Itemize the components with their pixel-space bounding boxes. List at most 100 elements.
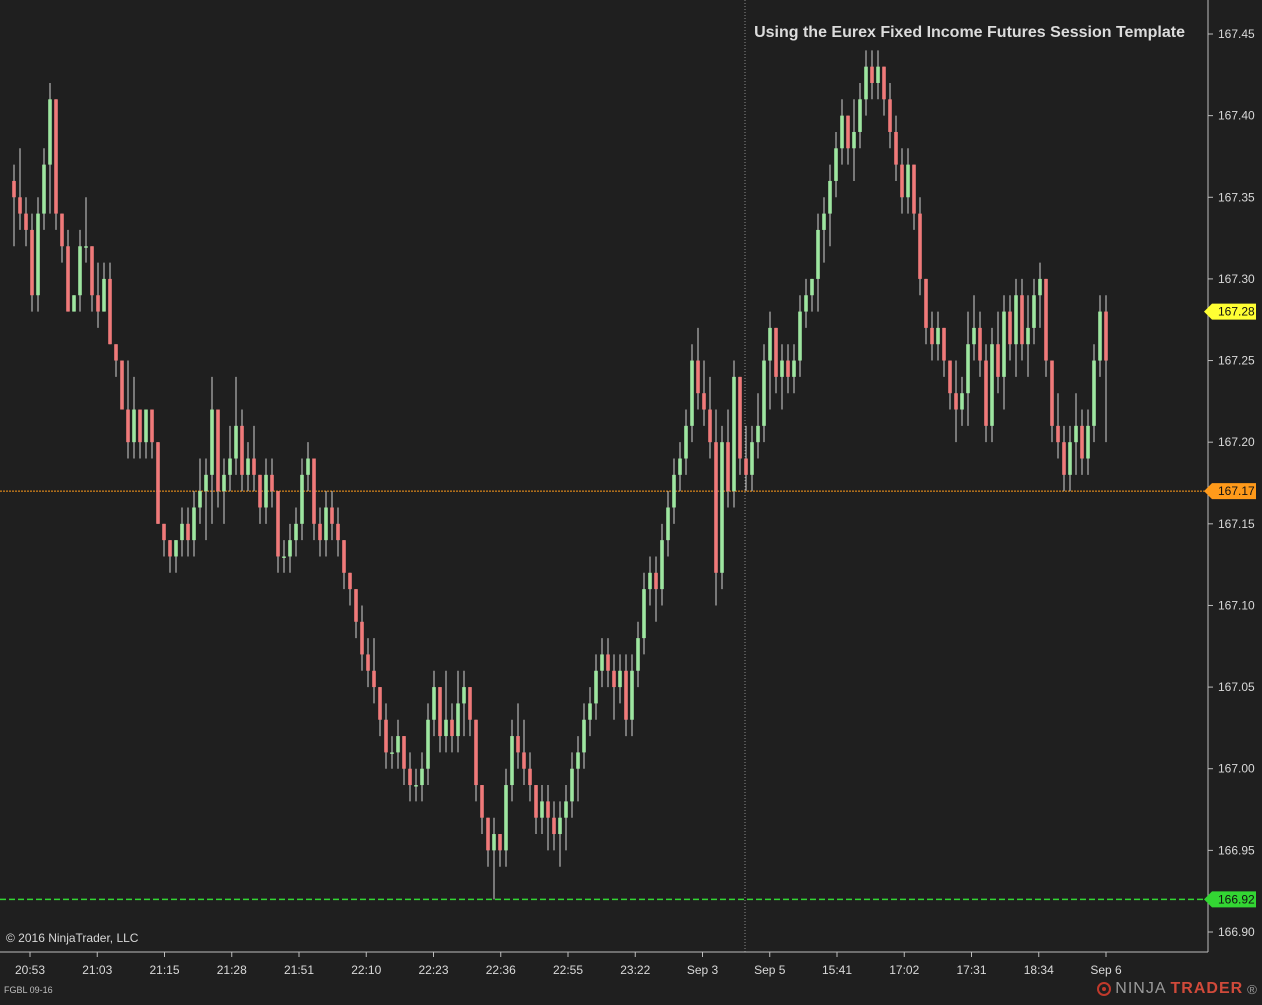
candle-body-up [588,703,592,720]
candle-body-up [324,507,328,541]
candle-body-up [48,99,52,165]
time-tick-label: 22:23 [418,963,448,977]
time-tick-label: 21:03 [82,963,112,977]
candle-body-up [594,670,598,704]
candle-body-up [246,458,250,475]
candle-body-up [42,164,46,214]
candle-body-down [168,540,172,557]
candle[interactable] [36,197,40,312]
candle-body-up [390,752,394,754]
candle-body-up [234,425,238,459]
candle-body-up [720,442,724,573]
candle-body-down [708,409,712,443]
candle-body-down [186,523,190,541]
candle-body-up [756,425,760,443]
price-tick-label: 167.40 [1218,109,1255,123]
candle-body-down [330,507,334,524]
candle-body-down [96,295,100,312]
candle-body-down [924,278,928,328]
ninjatrader-logo: NINJA TRADER ® [1097,980,1258,998]
time-tick-label: 21:28 [217,963,247,977]
candle-body-down [786,360,790,377]
candle-body-down [1044,278,1048,361]
candle-body-down [546,801,550,818]
candle[interactable] [990,327,994,443]
candle-body-down [1062,442,1066,475]
time-tick-label: 21:15 [149,963,179,977]
candle-body-down [348,572,352,590]
candle-body-up [642,589,646,639]
candle-body-up [198,491,202,508]
candle[interactable] [732,360,736,508]
candle-body-down [336,523,340,541]
candle[interactable] [156,442,160,524]
candle-body-up [792,360,796,377]
candle-body-down [984,360,988,426]
candle-body-up [618,670,622,688]
candle-body-up [666,507,670,541]
candlestick-chart-canvas[interactable]: 166.90 166.95 167.00 167.05 167.10 167.15 167.… [0,0,1262,1000]
candle-body-up [180,523,184,541]
price-tick-label: 167.00 [1218,762,1255,776]
price-marker-label: 166.92 [1218,892,1255,906]
candle-body-down [534,785,538,818]
candle[interactable] [54,99,58,230]
candle-body-down [258,474,262,508]
price-marker-label: 167.28 [1218,305,1255,319]
candle-body-up [144,409,148,443]
candle-body-up [540,801,544,818]
candle-body-up [420,768,424,786]
candle-body-down [366,654,370,671]
candle[interactable] [120,360,124,410]
candle-body-down [918,213,922,279]
price-chart[interactable]: 166.90 166.95 167.00 167.05 167.10 167.15 167.… [0,0,1262,1000]
candle-body-down [1050,360,1054,426]
time-tick-label: Sep 5 [754,963,786,977]
candle[interactable] [720,425,724,590]
time-tick-label: 20:53 [15,963,45,977]
price-tick-label: 167.30 [1218,272,1255,286]
candle-body-up [648,572,652,590]
candle-body-up [804,295,808,312]
candle-body-up [414,785,418,787]
candle-body-down [162,523,166,541]
candle-body-up [72,295,76,312]
candle-body-down [528,768,532,786]
candle-body-up [690,360,694,426]
candle-body-down [486,817,490,851]
candle-body-down [696,360,700,394]
candle-body-down [480,785,484,818]
candle-body-up [576,752,580,769]
candle-body-up [294,523,298,541]
candle-body-up [630,670,634,720]
candle-body-down [354,589,358,622]
price-marker-label: 167.17 [1218,484,1255,498]
candle-body-down [624,670,628,720]
candle-body-up [306,458,310,475]
candle-body-down [846,115,850,149]
time-tick-label: 22:10 [351,963,381,977]
candle-body-up [1086,425,1090,459]
brand-text-1: NINJA [1115,980,1167,997]
candle-body-down [888,99,892,132]
candle-body-down [402,736,406,769]
candle-body-down [276,491,280,557]
candle-body-down [30,229,34,296]
candle-body-down [870,66,874,83]
candle-body-down [312,458,316,524]
candle-body-up [990,344,994,426]
candle-body-down [996,344,1000,377]
candle-body-up [222,474,226,492]
candle-body-up [264,474,268,508]
candle-body-down [372,670,376,688]
candle-body-down [342,540,346,573]
candle-body-up [798,311,802,361]
price-marker-horizontal-line: 167.17 [1204,483,1256,500]
candle-body-down [384,719,388,753]
candle-body-down [1104,311,1108,361]
candle-body-down [1020,295,1024,345]
candle[interactable] [72,295,76,312]
price-tick-label: 167.45 [1218,27,1255,41]
candle-body-up [432,687,436,720]
candle-body-down [120,360,124,410]
